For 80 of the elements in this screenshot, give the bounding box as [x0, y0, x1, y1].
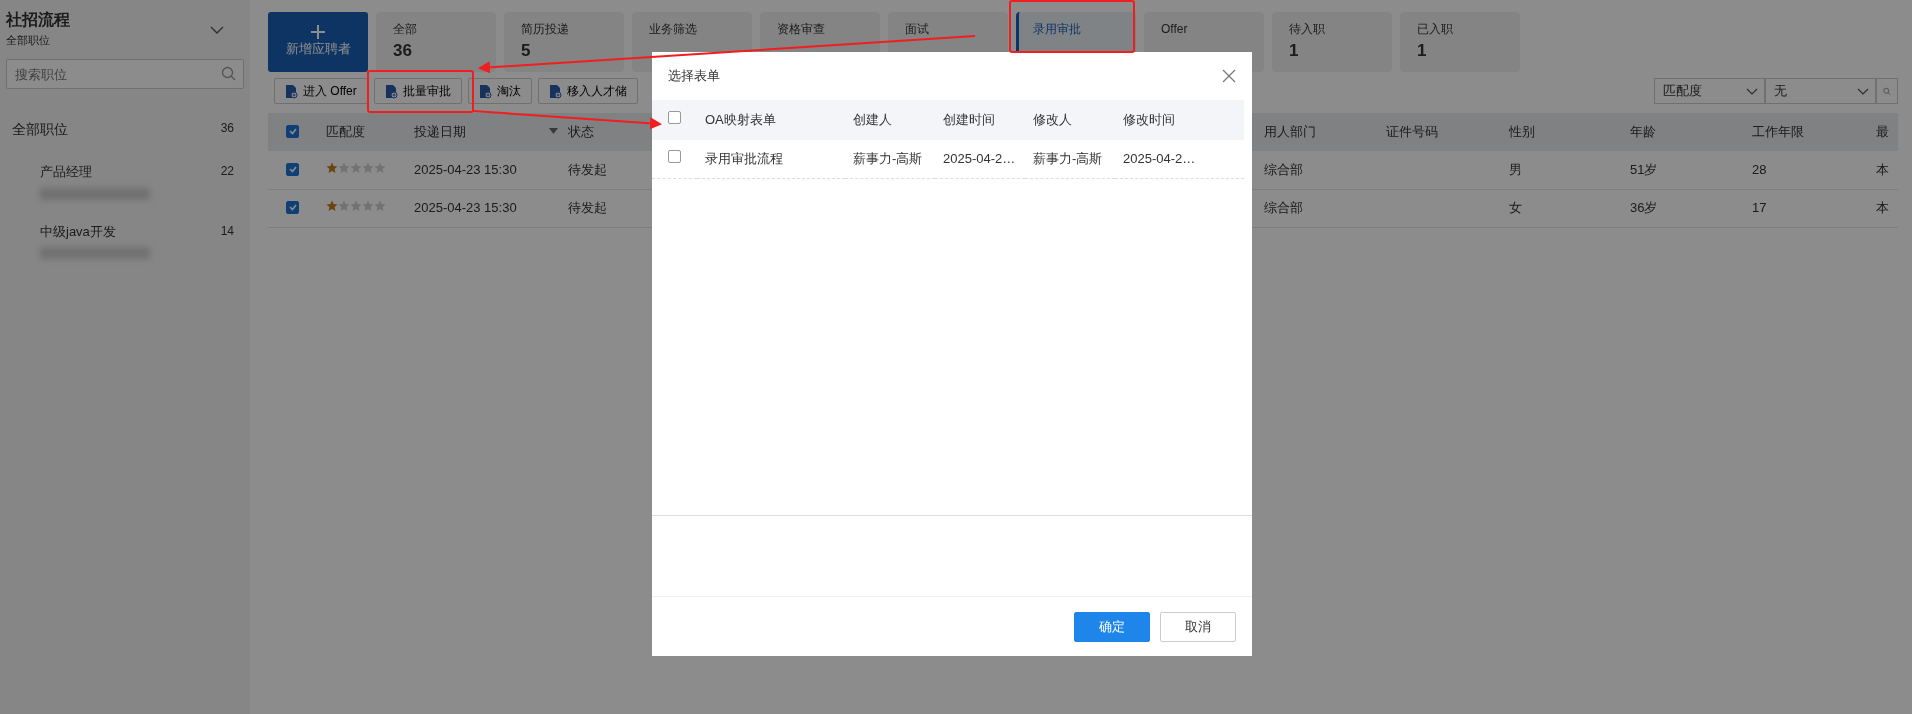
table-cell: 2025-04-23 15:30 [414, 162, 517, 177]
toolbar-button[interactable]: 移入人才储 [537, 78, 638, 104]
confirm-button[interactable]: 确定 [1074, 611, 1150, 642]
table-cell: 51岁 [1630, 162, 1658, 177]
document-icon [478, 83, 492, 99]
search-icon [1883, 85, 1891, 97]
search-icon [221, 66, 236, 82]
star-icon [326, 162, 338, 174]
stage-tab[interactable]: 待入职 1 [1272, 12, 1392, 72]
chevron-down-icon [1857, 87, 1869, 95]
sidebar-subtitle: 全部职位 [6, 33, 51, 48]
star-icon [338, 162, 350, 174]
item-count: 14 [220, 222, 234, 240]
job-item[interactable]: 产品经理 [40, 162, 92, 182]
checkbox[interactable] [286, 200, 299, 214]
table-cell: 综合部 [1264, 200, 1303, 216]
document-icon [384, 83, 398, 99]
star-icon [374, 162, 386, 174]
checkbox[interactable] [286, 162, 299, 176]
cancel-button[interactable]: 取消 [1160, 611, 1236, 642]
toolbar-button[interactable]: 批量审批 [373, 78, 462, 104]
checkbox[interactable] [668, 150, 681, 163]
document-icon [548, 83, 562, 99]
column-header[interactable]: 投递日期 [414, 124, 466, 140]
table-cell: 2025-04-23 15:30 [414, 200, 517, 216]
star-icon [350, 200, 362, 213]
toolbar-button[interactable]: 淘汰 [467, 78, 532, 104]
stage-tab[interactable]: 简历投递 5 [504, 12, 624, 72]
column-header[interactable]: 工作年限 [1752, 124, 1804, 140]
table-cell: 17 [1752, 200, 1767, 216]
table-cell: 女 [1509, 200, 1522, 216]
table-cell: 待发起 [568, 200, 607, 216]
search-field[interactable]: 搜索职位 [6, 59, 244, 90]
column-header[interactable]: 匹配度 [326, 124, 365, 140]
table-cell: 薪事力-高斯 [853, 151, 923, 166]
sidebar-item[interactable]: 全部职位 [12, 119, 68, 141]
checkbox[interactable] [668, 111, 681, 125]
sort-select[interactable]: 无 [1765, 78, 1876, 104]
stage-tab[interactable]: 全部 36 [376, 12, 496, 72]
table-cell: 本 [1876, 200, 1889, 216]
table-cell: 待发起 [568, 162, 607, 177]
sort-select[interactable]: 匹配度 [1654, 78, 1765, 104]
close-icon [1222, 69, 1236, 83]
table-cell: 薪事力-高斯 [1033, 151, 1103, 166]
chevron-down-icon [210, 26, 224, 34]
star-icon [362, 200, 374, 213]
item-count: 22 [220, 163, 234, 181]
star-icon [326, 200, 338, 213]
table-cell: 2025-04-2… [943, 151, 1016, 166]
table-cell: 2025-04-2… [1123, 151, 1196, 166]
table-cell: 录用审批流程 [705, 151, 783, 166]
table-cell: 本 [1876, 162, 1889, 177]
table-cell: 综合部 [1264, 162, 1303, 177]
column-header[interactable]: 状态 [568, 124, 594, 140]
job-item[interactable]: 中级java开发 [40, 221, 116, 242]
table-cell: 36岁 [1630, 200, 1658, 216]
star-icon [374, 200, 386, 213]
add-candidate-button[interactable]: 新增应聘者 [268, 12, 368, 72]
plus-icon [311, 25, 325, 40]
column-header[interactable]: 修改人 [1033, 112, 1072, 128]
table-cell: 28 [1752, 162, 1767, 177]
column-header[interactable]: OA映射表单 [705, 112, 776, 128]
item-count: 36 [220, 120, 234, 138]
sidebar-title: 社招流程 [6, 10, 70, 30]
column-header[interactable]: 最 [1876, 124, 1889, 140]
column-header[interactable]: 年龄 [1630, 124, 1656, 140]
column-header[interactable]: 用人部门 [1264, 124, 1316, 140]
column-header[interactable]: 性别 [1509, 124, 1535, 140]
chevron-down-icon [1746, 87, 1758, 95]
column-header[interactable]: 证件号码 [1386, 124, 1438, 140]
table-cell: 男 [1509, 162, 1522, 177]
document-icon [285, 83, 298, 99]
star-icon [362, 162, 374, 174]
checkbox[interactable] [286, 124, 299, 138]
stage-tab[interactable]: 已入职 1 [1400, 12, 1520, 72]
column-header[interactable]: 创建人 [853, 112, 892, 128]
column-header[interactable]: 修改时间 [1123, 112, 1175, 128]
star-icon [350, 162, 362, 174]
toolbar-button[interactable]: 进入 Offer [274, 78, 368, 104]
star-icon [338, 200, 350, 213]
